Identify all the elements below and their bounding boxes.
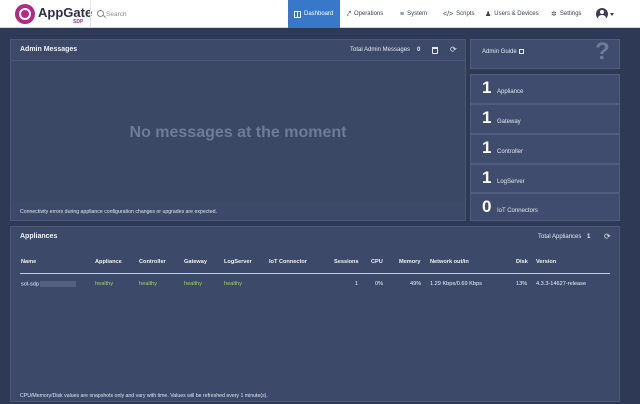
stat-count: 1 [482, 138, 492, 157]
nav-system[interactable]: ≡ System [394, 0, 433, 28]
col-header-logserver[interactable]: LogServer [224, 259, 252, 265]
code-icon: </> [443, 10, 454, 18]
empty-messages-text: No messages at the moment [129, 124, 347, 141]
col-header-network[interactable]: Network out/in [430, 259, 469, 265]
stat-label: Controller [497, 149, 524, 155]
col-header-cpu[interactable]: CPU [371, 259, 383, 265]
top-header: AppGate SDP Dashboard ⤤ Operations ≡ Sys… [0, 0, 640, 28]
col-header-appliance[interactable]: Appliance [95, 259, 122, 265]
user-avatar-icon[interactable] [596, 8, 608, 20]
cell-disk: 13% [516, 281, 528, 287]
col-header-memory[interactable]: Memory [399, 259, 420, 265]
total-appliances-label: Total Appliances [538, 234, 582, 240]
appliances-header: Appliances Total Appliances 1 ⟳ [11, 227, 619, 247]
stat-label: IoT Connectors [497, 208, 538, 214]
cell-network: 1.29 Kbps/0.69 Kbps [430, 281, 482, 287]
nav-settings-label: Settings [559, 11, 582, 17]
cell-cpu: 0% [375, 281, 384, 287]
nav-operations[interactable]: ⤤ Operations [341, 0, 389, 28]
system-icon: ≡ [400, 10, 405, 18]
admin-messages-header: Admin Messages Total Admin Messages 0 ⟳ [11, 40, 465, 60]
col-header-gateway[interactable]: Gateway [184, 259, 207, 265]
cell-logserver-status: healthy [224, 281, 243, 287]
col-header-sessions[interactable]: Sessions [334, 259, 359, 265]
nav-users-devices-label: Users & Devices [494, 11, 539, 17]
search-input[interactable] [106, 7, 276, 21]
nav-operations-label: Operations [353, 11, 384, 17]
appliances-footnote: CPU/Memory/Disk values are snapshots onl… [20, 393, 268, 399]
help-question-icon: ? [595, 38, 610, 65]
table-header-divider [20, 273, 610, 274]
refresh-icon[interactable]: ⟳ [604, 233, 611, 241]
admin-messages-panel: Admin Messages Total Admin Messages 0 ⟳ … [10, 39, 466, 221]
stat-count: 1 [482, 78, 492, 97]
stat-label: Appliance [497, 89, 524, 95]
appgate-logo[interactable]: AppGate SDP [15, 3, 93, 25]
cell-memory: 49% [410, 281, 422, 287]
redacted-text [40, 281, 77, 287]
stat-card-controller: 1 Controller [470, 134, 620, 164]
nav-scripts-label: Scripts [456, 11, 475, 17]
refresh-icon[interactable]: ⟳ [450, 46, 457, 54]
appliance-name: sol-sdp [21, 281, 40, 288]
nav-scripts[interactable]: </> Scripts [437, 0, 480, 28]
logo-name: AppGate [38, 5, 93, 20]
users-icon: ♟ [485, 10, 492, 18]
nav-users-devices[interactable]: ♟ Users & Devices [479, 0, 545, 28]
chevron-down-icon[interactable] [610, 13, 614, 16]
stat-count: 1 [482, 168, 492, 187]
cell-name[interactable]: sol-sdp [21, 281, 77, 288]
appgate-logo-icon [15, 4, 35, 24]
appliances-panel: Appliances Total Appliances 1 ⟳ Name App… [10, 226, 620, 402]
stat-card-iot-connectors: 0 IoT Connectors [470, 193, 620, 221]
admin-messages-footnote: Connectivity errors during appliance con… [20, 209, 217, 215]
header-divider [90, 0, 91, 28]
operations-icon: ⤤ [347, 10, 351, 18]
trash-icon[interactable] [432, 47, 438, 54]
cell-appliance-status: healthy [95, 281, 114, 287]
external-link-icon [518, 49, 524, 54]
nav-dashboard[interactable]: Dashboard [288, 0, 340, 28]
cell-version: 4.3.3-14627-release [536, 281, 587, 287]
stat-label: Gateway [497, 119, 521, 125]
col-header-controller[interactable]: Controller [139, 259, 166, 265]
stat-count: 0 [482, 197, 492, 216]
stat-card-gateway: 1 Gateway [470, 104, 620, 134]
cell-controller-status: healthy [139, 281, 158, 287]
nav-dashboard-label: Dashboard [304, 11, 334, 17]
appliances-title: Appliances [20, 233, 58, 240]
admin-messages-title: Admin Messages [20, 46, 78, 53]
total-admin-messages-label: Total Admin Messages [350, 47, 411, 53]
gear-icon: ✲ [551, 10, 557, 18]
col-header-disk[interactable]: Disk [516, 259, 528, 265]
stat-card-logserver: 1 LogServer [470, 164, 620, 193]
col-header-version[interactable]: Version [536, 259, 556, 265]
col-header-name[interactable]: Name [21, 259, 36, 265]
dashboard-icon [294, 10, 301, 18]
cell-gateway-status: healthy [184, 281, 203, 287]
col-header-iot-connector[interactable]: IoT Connector [269, 259, 307, 265]
admin-guide-card[interactable]: Admin Guide ? [470, 38, 620, 69]
logo-subtitle: SDP [73, 19, 84, 25]
admin-guide-label: Admin Guide [482, 49, 517, 56]
stat-card-appliance: 1 Appliance [470, 74, 620, 104]
admin-guide-link[interactable]: Admin Guide [482, 49, 524, 55]
nav-system-label: System [407, 11, 428, 17]
messages-area: No messages at the moment [11, 60, 465, 202]
nav-settings[interactable]: ✲ Settings [545, 0, 588, 28]
total-appliances-count: 1 [587, 234, 591, 240]
cell-sessions: 1 [355, 281, 359, 287]
search-icon [97, 10, 104, 17]
total-admin-messages-count: 0 [417, 47, 421, 53]
stat-label: LogServer [497, 179, 525, 185]
stat-count: 1 [482, 108, 492, 127]
